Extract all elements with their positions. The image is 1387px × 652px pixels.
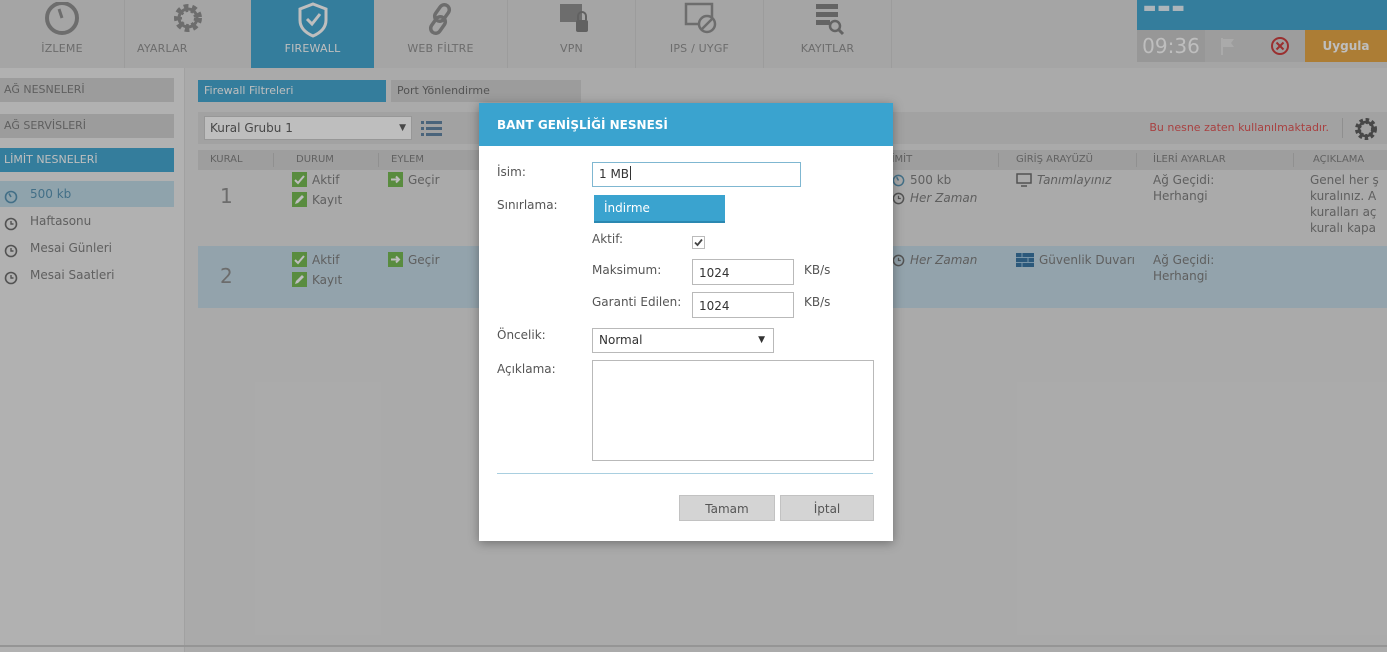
- dialog-divider: [497, 473, 873, 474]
- max-unit: KB/s: [804, 263, 831, 277]
- text-caret: [630, 166, 632, 180]
- active-checkbox[interactable]: [692, 236, 705, 249]
- guarantee-unit: KB/s: [804, 295, 831, 309]
- ok-button[interactable]: Tamam: [679, 495, 775, 521]
- priority-label: Öncelik:: [497, 328, 546, 342]
- guarantee-value: 1024: [699, 299, 730, 313]
- bandwidth-object-dialog: BANT GENİŞLİĞİ NESNESİ İsim: 1 MB Sınırl…: [479, 103, 893, 541]
- max-value: 1024: [699, 266, 730, 280]
- cancel-button[interactable]: İptal: [780, 495, 874, 521]
- description-textarea[interactable]: [592, 360, 874, 461]
- priority-select[interactable]: Normal ▼: [592, 328, 774, 353]
- limit-label: Sınırlama:: [497, 198, 558, 212]
- limit-direction-option[interactable]: İndirme: [594, 195, 725, 223]
- description-label: Açıklama:: [497, 362, 556, 376]
- priority-value: Normal: [599, 333, 643, 347]
- max-input[interactable]: 1024: [692, 259, 794, 285]
- name-input[interactable]: 1 MB: [592, 162, 801, 187]
- name-value: 1 MB: [599, 167, 630, 181]
- guarantee-input[interactable]: 1024: [692, 292, 794, 318]
- guarantee-label: Garanti Edilen:: [592, 295, 682, 309]
- chevron-down-icon: ▼: [758, 335, 765, 345]
- max-label: Maksimum:: [592, 263, 662, 277]
- dialog-title: BANT GENİŞLİĞİ NESNESİ: [479, 103, 893, 146]
- name-label: İsim:: [497, 165, 526, 179]
- active-label: Aktif:: [592, 232, 624, 246]
